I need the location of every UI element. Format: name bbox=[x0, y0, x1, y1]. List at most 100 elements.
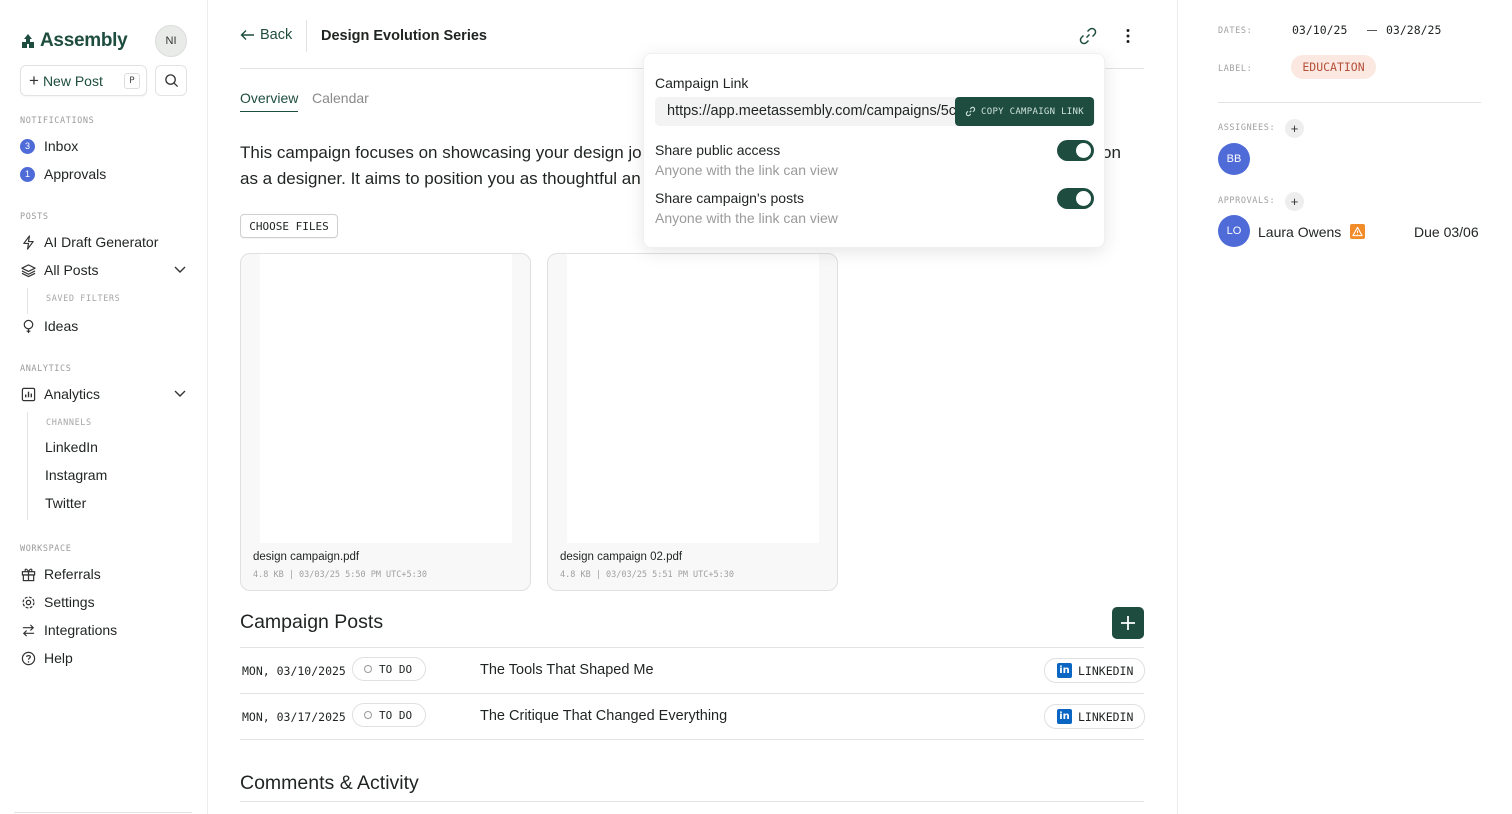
sidebar-item-approvals[interactable]: 1 Approvals bbox=[20, 163, 106, 185]
search-icon bbox=[164, 74, 178, 88]
share-posts-subtitle: Anyone with the link can view bbox=[655, 210, 838, 226]
channel-badge[interactable]: in LINKEDIN bbox=[1044, 658, 1145, 683]
status-circle-icon bbox=[364, 665, 372, 673]
sidebar-item-inbox[interactable]: 3 Inbox bbox=[20, 135, 78, 157]
end-date[interactable]: 03/28/25 bbox=[1386, 23, 1441, 37]
post-date: MON, 03/10/2025 bbox=[242, 664, 346, 678]
status-circle-icon bbox=[364, 711, 372, 719]
details-divider bbox=[1218, 102, 1481, 103]
approval-due-date: Due 03/06 bbox=[1414, 224, 1479, 240]
section-workspace: WORKSPACE bbox=[20, 544, 72, 554]
gear-icon bbox=[20, 594, 36, 610]
linkedin-icon: in bbox=[1057, 663, 1072, 678]
layers-icon bbox=[20, 262, 36, 278]
post-title[interactable]: The Critique That Changed Everything bbox=[480, 708, 727, 724]
row-divider bbox=[240, 647, 1144, 648]
channel-label: LINKEDIN bbox=[1078, 709, 1134, 724]
file-name: design campaign.pdf bbox=[253, 551, 360, 563]
search-button[interactable] bbox=[155, 65, 187, 96]
campaign-link-button[interactable] bbox=[1078, 26, 1098, 51]
tree-line bbox=[27, 412, 28, 520]
file-card[interactable]: design campaign 02.pdf 4.8 KB | 03/03/25… bbox=[547, 253, 838, 591]
share-public-toggle[interactable] bbox=[1057, 140, 1094, 161]
section-posts: POSTS bbox=[20, 212, 49, 222]
status-label: TO DO bbox=[379, 708, 413, 722]
more-vertical-icon bbox=[1126, 29, 1130, 43]
channel-label: LINKEDIN bbox=[1078, 663, 1134, 678]
file-meta: 4.8 KB | 03/03/25 5:50 PM UTC+5:30 bbox=[253, 570, 427, 580]
sidebar-item-analytics[interactable]: Analytics bbox=[20, 383, 100, 405]
sidebar: Assembly NI + New Post P NOTIFICATIONS 3… bbox=[0, 0, 208, 814]
sidebar-item-referrals[interactable]: Referrals bbox=[20, 563, 101, 585]
chevron-down-icon[interactable] bbox=[173, 388, 187, 400]
assignee-avatar[interactable]: BB bbox=[1218, 143, 1250, 175]
sidebar-item-label: Analytics bbox=[44, 386, 101, 402]
shortcut-badge: P bbox=[124, 73, 140, 89]
sidebar-item-ideas[interactable]: Ideas bbox=[20, 315, 78, 337]
new-post-button[interactable]: + New Post P bbox=[20, 65, 147, 96]
chevron-down-icon[interactable] bbox=[173, 264, 187, 276]
plus-icon bbox=[1121, 616, 1135, 630]
link-icon bbox=[1079, 27, 1097, 45]
new-post-label: New Post bbox=[42, 72, 103, 89]
sidebar-item-label: Help bbox=[44, 650, 73, 666]
approver-avatar[interactable]: LO bbox=[1218, 215, 1250, 247]
status-badge[interactable]: TO DO bbox=[352, 703, 426, 727]
start-date[interactable]: 03/10/25 bbox=[1292, 23, 1347, 37]
chart-icon bbox=[20, 386, 36, 402]
sidebar-item-help[interactable]: Help bbox=[20, 647, 73, 669]
description-line-1: This campaign focuses on showcasing your… bbox=[240, 143, 642, 162]
file-meta: 4.8 KB | 03/03/25 5:51 PM UTC+5:30 bbox=[560, 570, 734, 580]
post-date: MON, 03/17/2025 bbox=[242, 710, 346, 724]
sidebar-item-label: Ideas bbox=[44, 318, 79, 334]
label-badge[interactable]: EDUCATION bbox=[1291, 55, 1376, 79]
assembly-logo-icon bbox=[22, 34, 34, 48]
add-approver-button[interactable]: + bbox=[1285, 192, 1304, 211]
share-posts-toggle[interactable] bbox=[1057, 188, 1094, 209]
assignees-label: ASSIGNEES: bbox=[1218, 123, 1276, 133]
status-badge[interactable]: TO DO bbox=[352, 657, 426, 681]
campaign-url-field[interactable]: https://app.meetassembly.com/campaigns/5… bbox=[655, 97, 1095, 126]
sidebar-item-integrations[interactable]: Integrations bbox=[20, 619, 117, 641]
file-card[interactable]: design campaign.pdf 4.8 KB | 03/03/25 5:… bbox=[240, 253, 531, 591]
user-avatar[interactable]: NI bbox=[155, 25, 187, 57]
warning-icon bbox=[1350, 224, 1365, 239]
campaign-url: https://app.meetassembly.com/campaigns/5… bbox=[667, 103, 957, 119]
share-public-subtitle: Anyone with the link can view bbox=[655, 162, 838, 178]
sidebar-item-settings[interactable]: Settings bbox=[20, 591, 95, 613]
tab-calendar[interactable]: Calendar bbox=[312, 90, 369, 106]
sidebar-item-label: AI Draft Generator bbox=[44, 234, 159, 250]
help-circle-icon bbox=[20, 650, 36, 666]
section-analytics: ANALYTICS bbox=[20, 364, 72, 374]
back-button[interactable]: Back bbox=[240, 27, 292, 43]
copy-label: COPY CAMPAIGN LINK bbox=[981, 106, 1084, 117]
page-title: Design Evolution Series bbox=[321, 28, 487, 44]
sidebar-item-label: Approvals bbox=[44, 166, 107, 182]
file-preview bbox=[260, 254, 512, 543]
details-panel: DATES: 03/10/25 03/28/25 LABEL: EDUCATIO… bbox=[1177, 0, 1512, 814]
approver-name: Laura Owens bbox=[1258, 224, 1342, 240]
sidebar-item-all-posts[interactable]: All Posts bbox=[20, 259, 98, 281]
sidebar-item-label: Referrals bbox=[44, 566, 101, 582]
channel-badge[interactable]: in LINKEDIN bbox=[1044, 704, 1145, 729]
add-assignee-button[interactable]: + bbox=[1285, 119, 1304, 138]
post-title[interactable]: The Tools That Shaped Me bbox=[480, 662, 654, 678]
file-name: design campaign 02.pdf bbox=[560, 551, 683, 563]
add-post-button[interactable] bbox=[1112, 607, 1144, 639]
sidebar-item-instagram[interactable]: Instagram bbox=[45, 467, 107, 483]
tree-line bbox=[27, 288, 28, 314]
gift-icon bbox=[20, 566, 36, 582]
sidebar-item-twitter[interactable]: Twitter bbox=[45, 495, 86, 511]
more-options-button[interactable] bbox=[1118, 26, 1138, 51]
sidebar-item-ai-draft[interactable]: AI Draft Generator bbox=[20, 231, 158, 253]
linkedin-icon: in bbox=[1057, 709, 1072, 724]
row-divider bbox=[240, 693, 1144, 694]
popover-title: Campaign Link bbox=[655, 75, 749, 91]
lightning-icon bbox=[20, 234, 36, 250]
sidebar-item-linkedin[interactable]: LinkedIn bbox=[45, 439, 98, 455]
copy-campaign-link-button[interactable]: COPY CAMPAIGN LINK bbox=[955, 97, 1094, 126]
app-logo[interactable]: Assembly bbox=[20, 30, 128, 52]
link-icon bbox=[965, 106, 976, 117]
choose-files-button[interactable]: CHOOSE FILES bbox=[240, 214, 338, 238]
tab-overview[interactable]: Overview bbox=[240, 90, 299, 112]
